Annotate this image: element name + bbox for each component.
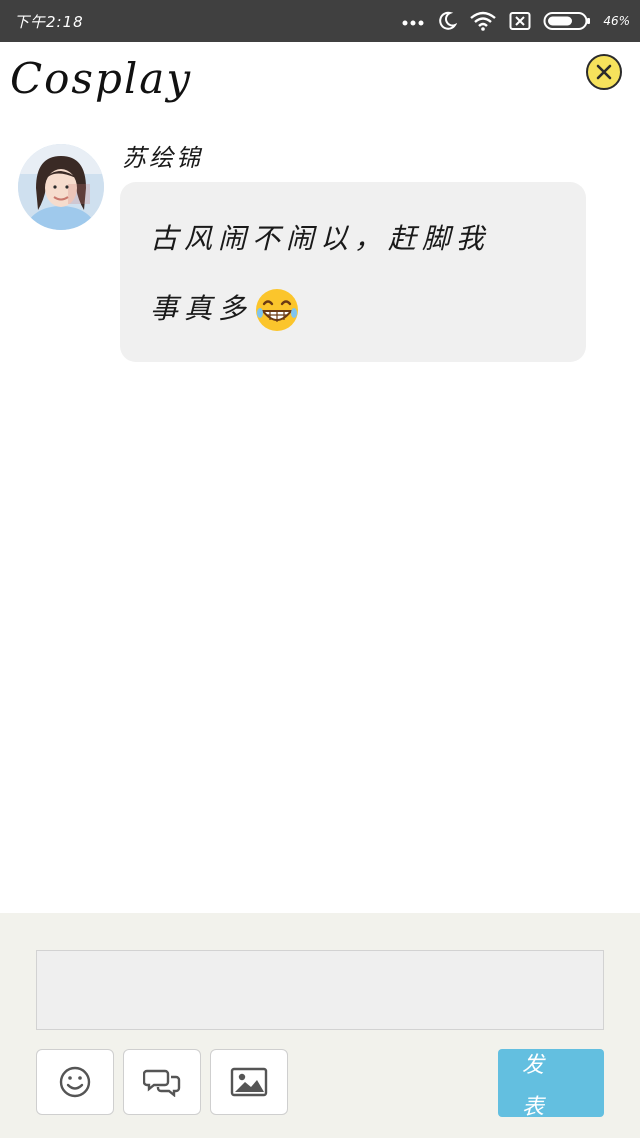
smiley-icon <box>59 1066 91 1098</box>
header: Cosplay <box>0 42 640 130</box>
send-button[interactable]: 发表 <box>498 1049 604 1117</box>
composer: 发表 <box>0 913 640 1138</box>
image-icon <box>230 1067 268 1097</box>
status-time: 下午2:18 <box>14 13 84 31</box>
status-icons: 46% <box>401 8 630 34</box>
status-bar: 下午2:18 46% <box>0 0 640 42</box>
sim-blocked-icon <box>509 12 531 30</box>
grinning-face-emoji-icon <box>256 289 299 331</box>
comment-input[interactable] <box>36 950 604 1030</box>
send-button-label: 发表 <box>522 1053 545 1117</box>
moon-icon <box>439 11 458 30</box>
image-button[interactable] <box>210 1049 288 1115</box>
page-title: Cosplay <box>10 54 193 103</box>
message-text: 古风闹不闹以，赶脚我 事真多 <box>150 204 556 344</box>
wifi-icon <box>470 11 497 31</box>
chat-bubbles-icon <box>143 1069 181 1097</box>
emoji-button[interactable] <box>36 1049 114 1115</box>
avatar-image <box>18 144 104 230</box>
message-text-line-1: 古风闹不闹以，赶脚我 <box>150 222 491 255</box>
message-text-line-2-words: 事真多 <box>150 292 253 325</box>
battery-percent: 46% <box>603 14 630 28</box>
battery-icon <box>543 12 591 30</box>
more-dots-icon <box>402 20 424 26</box>
sender-name: 苏绘锦 <box>122 144 203 172</box>
close-icon <box>596 64 612 80</box>
message-text-line-2: 事真多 <box>150 274 556 344</box>
close-button[interactable] <box>586 54 622 90</box>
message-bubble: 古风闹不闹以，赶脚我 事真多 <box>120 182 586 362</box>
reply-button[interactable] <box>123 1049 201 1115</box>
avatar[interactable] <box>18 144 104 230</box>
